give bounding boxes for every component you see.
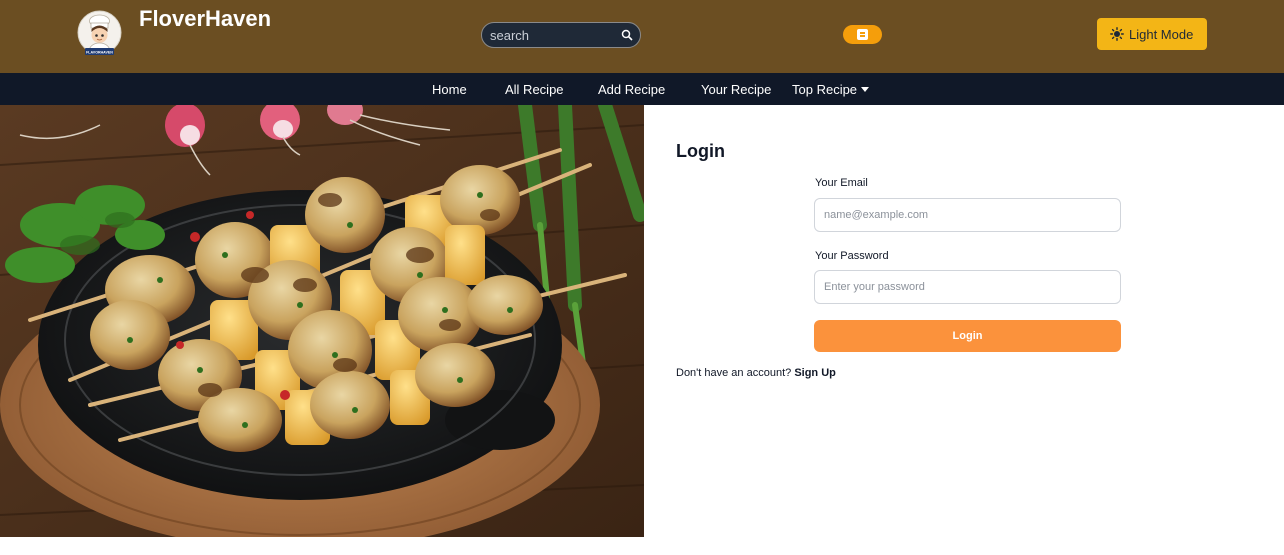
brand-title[interactable]: FloverHaven xyxy=(139,6,271,32)
blog-button[interactable] xyxy=(843,25,882,44)
search-input[interactable] xyxy=(482,23,612,47)
password-label: Your Password xyxy=(815,250,889,262)
main-nav: Home All Recipe Add Recipe Your Recipe T… xyxy=(0,73,1284,105)
caret-down-icon xyxy=(861,87,870,92)
login-button[interactable]: Login xyxy=(814,320,1121,352)
nav-top-recipe-dropdown[interactable]: Top Recipe xyxy=(792,82,870,97)
theme-toggle-label: Light Mode xyxy=(1129,27,1194,42)
top-header: FLAVORHAVEN FloverHaven Light Mode xyxy=(0,0,1284,73)
signup-prompt: Don't have an account? Sign Up xyxy=(676,367,836,379)
no-account-text: Don't have an account? xyxy=(676,367,792,379)
nav-add-recipe[interactable]: Add Recipe xyxy=(598,82,665,97)
email-label: Your Email xyxy=(815,177,868,189)
nav-home[interactable]: Home xyxy=(432,82,467,97)
email-field[interactable] xyxy=(814,198,1121,232)
logo-text: FLAVORHAVEN xyxy=(86,50,113,54)
chicken-skewers-image xyxy=(0,105,644,537)
search-icon[interactable] xyxy=(621,29,633,41)
chef-logo[interactable]: FLAVORHAVEN xyxy=(77,10,122,57)
login-title: Login xyxy=(676,141,725,161)
nav-top-recipe-label: Top Recipe xyxy=(792,82,858,97)
theme-toggle-button[interactable]: Light Mode xyxy=(1097,18,1207,50)
signup-link[interactable]: Sign Up xyxy=(794,367,836,379)
nav-all-recipe[interactable]: All Recipe xyxy=(505,82,564,97)
search-box xyxy=(481,22,641,48)
blogger-icon xyxy=(857,29,868,40)
nav-your-recipe[interactable]: Your Recipe xyxy=(701,82,771,97)
password-field[interactable] xyxy=(814,270,1121,304)
sun-icon xyxy=(1110,27,1124,41)
hero-food-image xyxy=(0,105,644,537)
